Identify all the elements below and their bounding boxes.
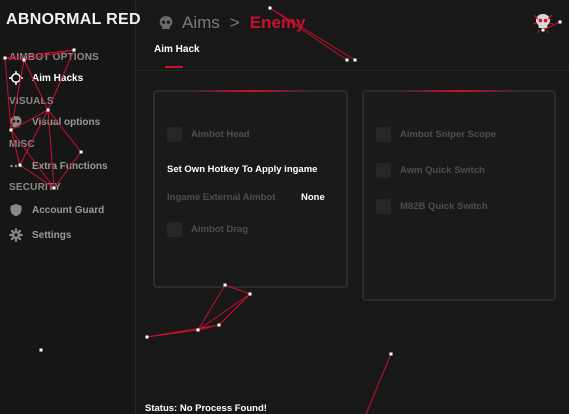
network-line xyxy=(197,293,251,331)
network-node xyxy=(248,292,252,296)
aimbot-sniper-scope-toggle[interactable]: Aimbot Sniper Scope xyxy=(376,127,496,142)
section-misc: MISC xyxy=(9,139,35,150)
panel-glow xyxy=(399,90,519,92)
sidebar-item-account-guard[interactable]: Account Guard xyxy=(8,201,132,219)
shield-icon xyxy=(8,202,24,218)
option-label: Awm Quick Switch xyxy=(400,165,485,176)
sidebar-item-label: Aim Hacks xyxy=(32,72,84,84)
m82b-quick-switch-toggle[interactable]: M82B Quick Switch xyxy=(376,199,488,214)
aim-options-panel: Aimbot Head Set Own Hotkey To Apply inga… xyxy=(153,90,348,288)
network-line xyxy=(197,324,220,331)
app-logo xyxy=(531,11,555,35)
sidebar-item-aim-hacks[interactable]: Aim Hacks xyxy=(8,69,132,87)
network-line xyxy=(197,284,226,331)
status-text: Status: No Process Found! xyxy=(145,403,267,414)
network-line xyxy=(218,293,251,326)
sidebar-item-extra-functions[interactable]: Extra Functions xyxy=(8,157,132,175)
network-node xyxy=(217,323,221,327)
ellipsis-icon xyxy=(8,158,24,174)
sidebar-item-visual-options[interactable]: Visual options xyxy=(8,113,132,131)
checkbox[interactable] xyxy=(376,199,391,214)
sidebar-item-label: Settings xyxy=(32,229,72,241)
network-node xyxy=(145,335,149,339)
sidebar-item-settings[interactable]: Settings xyxy=(8,226,132,244)
checkbox[interactable] xyxy=(167,127,182,142)
crosshair-icon xyxy=(8,70,24,86)
breadcrumb: Aims > Enemy xyxy=(158,13,305,33)
checkbox[interactable] xyxy=(376,163,391,178)
tab-active-indicator xyxy=(165,66,183,68)
option-label: M82B Quick Switch xyxy=(400,201,488,212)
app-title: ABNORMAL RED xyxy=(6,11,141,28)
section-aimbot-options: AIMBOT OPTIONS xyxy=(9,52,100,63)
section-visuals: VISUALS xyxy=(9,96,54,107)
header: Aims > Enemy Aim Hack xyxy=(136,0,569,71)
network-node xyxy=(196,328,200,332)
breadcrumb-parent[interactable]: Aims xyxy=(182,13,220,33)
tab-aim-hack[interactable]: Aim Hack xyxy=(154,44,200,55)
network-line xyxy=(146,329,199,338)
hotkey-section-title: Set Own Hotkey To Apply ingame xyxy=(167,164,318,175)
network-node xyxy=(389,352,393,356)
network-line xyxy=(365,353,392,414)
checkbox[interactable] xyxy=(167,222,182,237)
option-label: Aimbot Drag xyxy=(191,224,248,235)
weapon-options-panel: Aimbot Sniper Scope Awm Quick Switch M82… xyxy=(362,90,556,301)
awm-quick-switch-toggle[interactable]: Awm Quick Switch xyxy=(376,163,485,178)
skull-icon xyxy=(8,114,24,130)
skull-icon xyxy=(158,15,174,31)
checkbox[interactable] xyxy=(376,127,391,142)
network-line xyxy=(146,324,220,338)
option-label: Aimbot Sniper Scope xyxy=(400,129,497,140)
breadcrumb-current: Enemy xyxy=(249,13,306,32)
hotkey-label: Ingame External Aimbot xyxy=(167,192,276,203)
gear-icon xyxy=(8,227,24,243)
hotkey-value-button[interactable]: None xyxy=(301,192,325,203)
breadcrumb-separator: > xyxy=(229,13,240,32)
sidebar: ABNORMAL RED AIMBOT OPTIONS Aim Hacks VI… xyxy=(0,0,141,414)
panel-glow xyxy=(190,90,311,92)
aimbot-drag-toggle[interactable]: Aimbot Drag xyxy=(167,222,248,237)
section-security: SECURITY xyxy=(9,182,62,193)
option-label: Aimbot Head xyxy=(191,129,250,140)
aimbot-head-toggle[interactable]: Aimbot Head xyxy=(167,127,250,142)
sidebar-item-label: Extra Functions xyxy=(32,160,108,172)
sidebar-item-label: Account Guard xyxy=(32,204,105,216)
sidebar-item-label: Visual options xyxy=(32,116,101,128)
